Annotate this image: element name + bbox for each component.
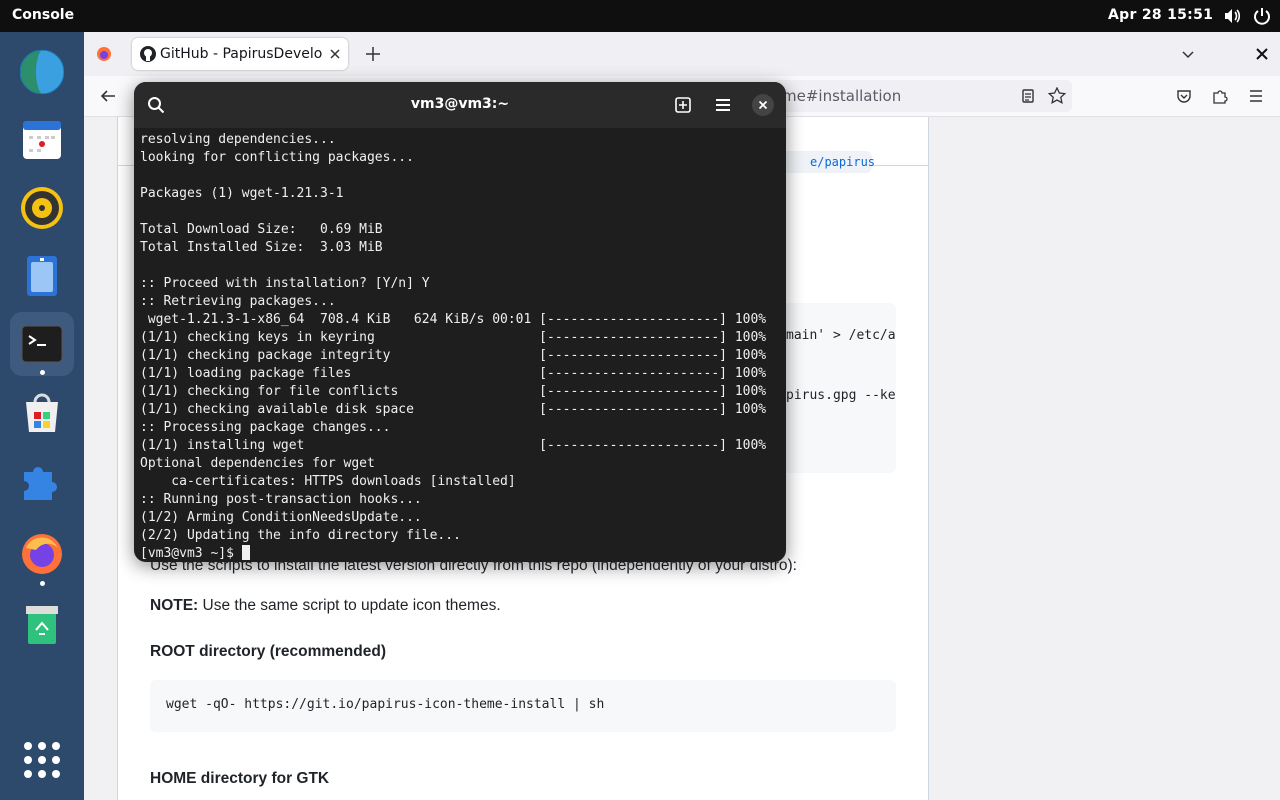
reader-view-icon[interactable] <box>1020 88 1036 108</box>
show-apps-icon[interactable] <box>10 728 74 792</box>
extensions-icon[interactable] <box>1212 88 1228 108</box>
firefox-running-indicator <box>40 581 45 586</box>
new-tab-icon[interactable] <box>674 96 692 118</box>
bookmark-star-icon[interactable] <box>1047 86 1067 109</box>
console-line: resolving dependencies... <box>140 132 336 147</box>
calendar-app-icon[interactable] <box>10 108 74 172</box>
console-line: (1/1) loading package files [-----------… <box>140 366 767 381</box>
console-running-indicator <box>40 370 45 375</box>
clock[interactable]: Apr 28 15:51 <box>1108 7 1213 23</box>
tab-bar: GitHub - PapirusDevelopmentTeam <box>84 32 1280 76</box>
files-app-icon[interactable] <box>10 244 74 308</box>
console-line: Total Installed Size: 3.03 MiB <box>140 240 383 255</box>
console-line: :: Retrieving packages... <box>140 294 336 309</box>
firefox-view-icon[interactable] <box>96 46 112 66</box>
console-line: (1/1) checking available disk space [---… <box>140 402 767 417</box>
menu-icon[interactable] <box>714 96 732 118</box>
note-label: NOTE: <box>150 597 199 614</box>
tab-github[interactable]: GitHub - PapirusDevelopmentTeam <box>132 38 348 70</box>
root-command[interactable]: wget -qO- https://git.io/papirus-icon-th… <box>166 697 604 712</box>
console-line: :: Processing package changes... <box>140 420 391 435</box>
close-icon <box>758 100 768 110</box>
partial-code-text: e/papirus <box>810 155 876 169</box>
root-code-block: wget -qO- https://git.io/papirus-icon-th… <box>150 680 896 732</box>
console-line: (1/1) checking for file conflicts [-----… <box>140 384 767 399</box>
github-icon <box>140 46 156 66</box>
url-text: me#installation <box>782 87 902 105</box>
root-heading: ROOT directory (recommended) <box>150 643 386 660</box>
console-line: Optional dependencies for wget <box>140 456 375 471</box>
url-bar[interactable]: me#installation <box>774 80 1072 112</box>
console-line: (1/1) checking keys in keyring [--------… <box>140 330 767 345</box>
console-line: (1/1) installing wget [-----------------… <box>140 438 767 453</box>
close-window-icon[interactable] <box>1254 46 1270 66</box>
back-icon[interactable] <box>100 88 116 108</box>
firefox-app-icon[interactable] <box>10 522 74 586</box>
console-line: :: Proceed with installation? [Y/n] Y <box>140 276 430 291</box>
code-line-1: main' > /etc/a <box>786 328 896 343</box>
console-line: (2/2) Updating the info directory file..… <box>140 528 461 543</box>
pocket-icon[interactable] <box>1176 88 1192 108</box>
console-line: (1/2) Arming ConditionNeedsUpdate... <box>140 510 422 525</box>
console-line: :: Running post-transaction hooks... <box>140 492 422 507</box>
tab-title: GitHub - PapirusDevelopmentTeam <box>160 46 322 62</box>
rhythmbox-app-icon[interactable] <box>10 176 74 240</box>
activities-label[interactable]: Console <box>12 7 74 23</box>
note-text: Use the same script to update icon theme… <box>198 597 501 614</box>
console-prompt-line[interactable]: [vm3@vm3 ~]$ <box>140 545 786 562</box>
text-cursor <box>241 545 250 560</box>
new-tab-icon[interactable] <box>365 46 381 66</box>
console-line: Packages (1) wget-1.21.3-1 <box>140 186 344 201</box>
note-paragraph: NOTE: Use the same script to update icon… <box>150 597 501 615</box>
trash-app-icon[interactable] <box>10 592 74 656</box>
console-line: ca-certificates: HTTPS downloads [instal… <box>140 474 516 489</box>
code-line-2: pirus.gpg --ke <box>786 388 896 403</box>
console-line: Total Download Size: 0.69 MiB <box>140 222 383 237</box>
console-window[interactable]: vm3@vm3:~ resolving dependencies... looki… <box>134 82 786 562</box>
dock <box>0 32 84 800</box>
console-prompt: [vm3@vm3 ~]$ <box>140 546 242 561</box>
console-app-icon[interactable] <box>10 312 74 376</box>
top-bar: Console Apr 28 15:51 <box>0 0 1280 32</box>
app-menu-icon[interactable] <box>1248 88 1264 108</box>
console-line: (1/1) checking package integrity [------… <box>140 348 767 363</box>
home-heading: HOME directory for GTK <box>150 770 330 787</box>
software-app-icon[interactable] <box>10 380 74 444</box>
globe-app-icon[interactable] <box>10 40 74 104</box>
console-output[interactable]: resolving dependencies... looking for con… <box>140 131 786 562</box>
close-button[interactable] <box>752 94 774 116</box>
volume-icon[interactable] <box>1222 6 1242 26</box>
close-tab-icon[interactable] <box>328 46 342 65</box>
extensions-app-icon[interactable] <box>10 448 74 512</box>
console-line: wget-1.21.3-1-x86_64 708.4 KiB 624 KiB/s… <box>140 312 767 327</box>
console-line: looking for conflicting packages... <box>140 150 414 165</box>
power-icon[interactable] <box>1252 6 1272 26</box>
list-tabs-icon[interactable] <box>1180 46 1196 66</box>
console-headerbar: vm3@vm3:~ <box>134 82 786 128</box>
